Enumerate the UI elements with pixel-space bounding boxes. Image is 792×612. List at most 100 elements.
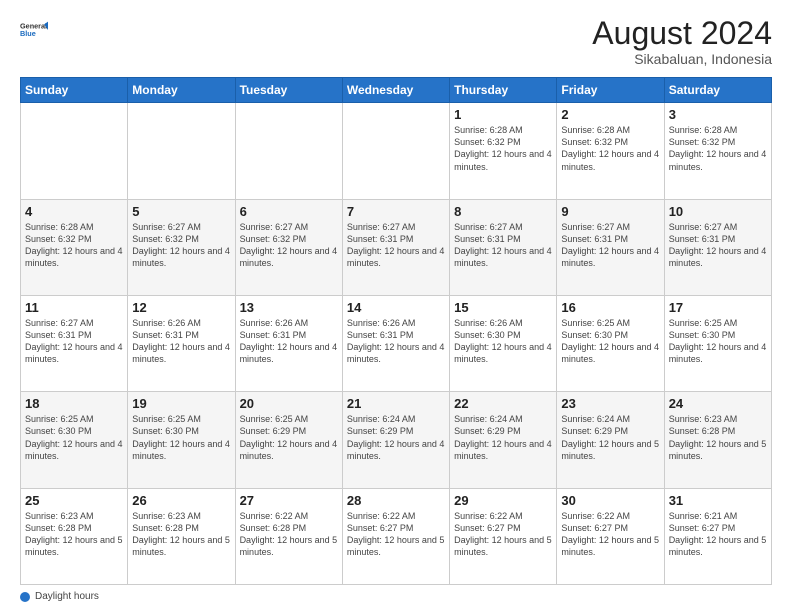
- calendar-cell: 27 Sunrise: 6:22 AM Sunset: 6:28 PM Dayli…: [235, 488, 342, 584]
- day-number: 25: [25, 493, 123, 508]
- legend-dot: [20, 592, 30, 602]
- day-info: Sunrise: 6:27 AM Sunset: 6:31 PM Dayligh…: [561, 221, 659, 270]
- calendar-week-row: 18 Sunrise: 6:25 AM Sunset: 6:30 PM Dayli…: [21, 392, 772, 488]
- day-number: 8: [454, 204, 552, 219]
- day-info: Sunrise: 6:26 AM Sunset: 6:31 PM Dayligh…: [132, 317, 230, 366]
- day-number: 5: [132, 204, 230, 219]
- day-number: 6: [240, 204, 338, 219]
- calendar-cell: 13Sunrise: 6:26 AM Sunset: 6:31 PM Dayli…: [235, 295, 342, 391]
- svg-text:Blue: Blue: [20, 29, 36, 38]
- calendar-week-row: 1 Sunrise: 6:28 AM Sunset: 6:32 PM Daylig…: [21, 103, 772, 199]
- col-header-sunday: Sunday: [21, 78, 128, 103]
- day-info: Sunrise: 6:21 AM Sunset: 6:27 PM Dayligh…: [669, 510, 767, 559]
- calendar-cell: 18 Sunrise: 6:25 AM Sunset: 6:30 PM Dayli…: [21, 392, 128, 488]
- calendar-cell: 3Sunrise: 6:28 AM Sunset: 6:32 PM Daylig…: [664, 103, 771, 199]
- day-info: Sunrise: 6:24 AM Sunset: 6:29 PM Dayligh…: [454, 413, 552, 462]
- calendar-cell: 4 Sunrise: 6:28 AM Sunset: 6:32 PM Daylig…: [21, 199, 128, 295]
- calendar-cell: 29 Sunrise: 6:22 AM Sunset: 6:27 PM Dayli…: [450, 488, 557, 584]
- day-info: Sunrise: 6:27 AM Sunset: 6:32 PM Dayligh…: [240, 221, 338, 270]
- legend: Daylight hours: [20, 591, 772, 602]
- col-header-thursday: Thursday: [450, 78, 557, 103]
- calendar-cell: [235, 103, 342, 199]
- calendar-cell: 23Sunrise: 6:24 AM Sunset: 6:29 PM Dayli…: [557, 392, 664, 488]
- calendar-cell: 25 Sunrise: 6:23 AM Sunset: 6:28 PM Dayli…: [21, 488, 128, 584]
- calendar-cell: 11 Sunrise: 6:27 AM Sunset: 6:31 PM Dayli…: [21, 295, 128, 391]
- day-info: Sunrise: 6:22 AM Sunset: 6:27 PM Dayligh…: [454, 510, 552, 559]
- day-number: 22: [454, 396, 552, 411]
- calendar-cell: 5 Sunrise: 6:27 AM Sunset: 6:32 PM Daylig…: [128, 199, 235, 295]
- day-number: 3: [669, 107, 767, 122]
- calendar-cell: 22 Sunrise: 6:24 AM Sunset: 6:29 PM Dayli…: [450, 392, 557, 488]
- calendar-cell: 2Sunrise: 6:28 AM Sunset: 6:32 PM Daylig…: [557, 103, 664, 199]
- calendar-cell: [21, 103, 128, 199]
- day-info: Sunrise: 6:25 AM Sunset: 6:30 PM Dayligh…: [25, 413, 123, 462]
- day-number: 18: [25, 396, 123, 411]
- day-info: Sunrise: 6:27 AM Sunset: 6:31 PM Dayligh…: [669, 221, 767, 270]
- calendar-week-row: 11 Sunrise: 6:27 AM Sunset: 6:31 PM Dayli…: [21, 295, 772, 391]
- page-header: GeneralBlue August 2024 Sikabaluan, Indo…: [20, 16, 772, 67]
- calendar-cell: 17Sunrise: 6:25 AM Sunset: 6:30 PM Dayli…: [664, 295, 771, 391]
- day-info: Sunrise: 6:24 AM Sunset: 6:29 PM Dayligh…: [347, 413, 445, 462]
- month-year-title: August 2024: [592, 16, 772, 51]
- day-number: 15: [454, 300, 552, 315]
- legend-daylight-label: Daylight hours: [35, 591, 99, 602]
- calendar-cell: 9Sunrise: 6:27 AM Sunset: 6:31 PM Daylig…: [557, 199, 664, 295]
- day-info: Sunrise: 6:22 AM Sunset: 6:27 PM Dayligh…: [347, 510, 445, 559]
- location-subtitle: Sikabaluan, Indonesia: [592, 51, 772, 67]
- calendar-cell: 21 Sunrise: 6:24 AM Sunset: 6:29 PM Dayli…: [342, 392, 449, 488]
- calendar-cell: 24Sunrise: 6:23 AM Sunset: 6:28 PM Dayli…: [664, 392, 771, 488]
- col-header-friday: Friday: [557, 78, 664, 103]
- day-info: Sunrise: 6:26 AM Sunset: 6:31 PM Dayligh…: [240, 317, 338, 366]
- day-info: Sunrise: 6:27 AM Sunset: 6:31 PM Dayligh…: [347, 221, 445, 270]
- col-header-saturday: Saturday: [664, 78, 771, 103]
- day-number: 26: [132, 493, 230, 508]
- day-number: 27: [240, 493, 338, 508]
- day-number: 20: [240, 396, 338, 411]
- day-number: 1: [454, 107, 552, 122]
- day-info: Sunrise: 6:27 AM Sunset: 6:32 PM Dayligh…: [132, 221, 230, 270]
- day-number: 30: [561, 493, 659, 508]
- day-info: Sunrise: 6:23 AM Sunset: 6:28 PM Dayligh…: [132, 510, 230, 559]
- day-number: 28: [347, 493, 445, 508]
- calendar-cell: 16 Sunrise: 6:25 AM Sunset: 6:30 PM Dayli…: [557, 295, 664, 391]
- day-number: 10: [669, 204, 767, 219]
- day-info: Sunrise: 6:27 AM Sunset: 6:31 PM Dayligh…: [25, 317, 123, 366]
- day-info: Sunrise: 6:22 AM Sunset: 6:28 PM Dayligh…: [240, 510, 338, 559]
- logo-icon: GeneralBlue: [20, 16, 48, 44]
- calendar-week-row: 4 Sunrise: 6:28 AM Sunset: 6:32 PM Daylig…: [21, 199, 772, 295]
- day-number: 4: [25, 204, 123, 219]
- day-info: Sunrise: 6:25 AM Sunset: 6:30 PM Dayligh…: [132, 413, 230, 462]
- day-number: 21: [347, 396, 445, 411]
- logo: GeneralBlue: [20, 16, 48, 44]
- col-header-tuesday: Tuesday: [235, 78, 342, 103]
- day-info: Sunrise: 6:28 AM Sunset: 6:32 PM Dayligh…: [25, 221, 123, 270]
- calendar-header-row: SundayMondayTuesdayWednesdayThursdayFrid…: [21, 78, 772, 103]
- calendar-cell: 12 Sunrise: 6:26 AM Sunset: 6:31 PM Dayli…: [128, 295, 235, 391]
- day-number: 7: [347, 204, 445, 219]
- day-info: Sunrise: 6:28 AM Sunset: 6:32 PM Dayligh…: [454, 124, 552, 173]
- day-number: 19: [132, 396, 230, 411]
- day-number: 23: [561, 396, 659, 411]
- day-info: Sunrise: 6:23 AM Sunset: 6:28 PM Dayligh…: [25, 510, 123, 559]
- day-number: 16: [561, 300, 659, 315]
- calendar-cell: 31Sunrise: 6:21 AM Sunset: 6:27 PM Dayli…: [664, 488, 771, 584]
- calendar-cell: 14Sunrise: 6:26 AM Sunset: 6:31 PM Dayli…: [342, 295, 449, 391]
- col-header-wednesday: Wednesday: [342, 78, 449, 103]
- day-info: Sunrise: 6:23 AM Sunset: 6:28 PM Dayligh…: [669, 413, 767, 462]
- calendar-week-row: 25 Sunrise: 6:23 AM Sunset: 6:28 PM Dayli…: [21, 488, 772, 584]
- calendar-cell: 26 Sunrise: 6:23 AM Sunset: 6:28 PM Dayli…: [128, 488, 235, 584]
- day-number: 14: [347, 300, 445, 315]
- day-info: Sunrise: 6:25 AM Sunset: 6:30 PM Dayligh…: [561, 317, 659, 366]
- calendar-cell: 10 Sunrise: 6:27 AM Sunset: 6:31 PM Dayli…: [664, 199, 771, 295]
- day-info: Sunrise: 6:25 AM Sunset: 6:30 PM Dayligh…: [669, 317, 767, 366]
- calendar-cell: [342, 103, 449, 199]
- day-number: 11: [25, 300, 123, 315]
- calendar-cell: 30Sunrise: 6:22 AM Sunset: 6:27 PM Dayli…: [557, 488, 664, 584]
- calendar-cell: 20Sunrise: 6:25 AM Sunset: 6:29 PM Dayli…: [235, 392, 342, 488]
- calendar-cell: 6 Sunrise: 6:27 AM Sunset: 6:32 PM Daylig…: [235, 199, 342, 295]
- col-header-monday: Monday: [128, 78, 235, 103]
- calendar-cell: 7 Sunrise: 6:27 AM Sunset: 6:31 PM Daylig…: [342, 199, 449, 295]
- day-number: 29: [454, 493, 552, 508]
- day-number: 12: [132, 300, 230, 315]
- day-info: Sunrise: 6:28 AM Sunset: 6:32 PM Dayligh…: [561, 124, 659, 173]
